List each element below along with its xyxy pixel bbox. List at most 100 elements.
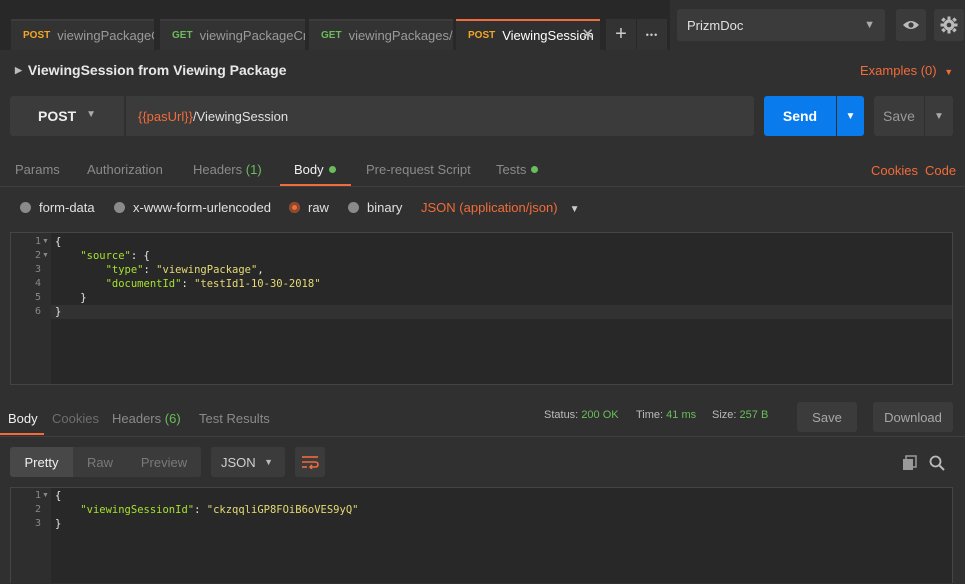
send-options-button[interactable]: ▼: [837, 96, 864, 136]
status-value[interactable]: 200 OK: [581, 409, 618, 421]
close-icon[interactable]: ✕: [581, 25, 594, 43]
save-response-button[interactable]: Save: [797, 402, 857, 432]
response-tab-cookies[interactable]: Cookies: [52, 411, 99, 426]
radio-circle-selected: [289, 202, 300, 213]
more-tabs-button[interactable]: •••: [637, 19, 667, 50]
tab-params[interactable]: Params: [15, 162, 60, 177]
examples-label: Examples (0): [860, 63, 937, 78]
response-tab-body[interactable]: Body: [8, 411, 38, 426]
response-tab-test-results[interactable]: Test Results: [199, 411, 270, 426]
wrap-icon: [302, 456, 319, 469]
request-body-editor[interactable]: 1 2 3 4 5 6 ▼ ▼ { "source": { "type": "v…: [10, 232, 953, 385]
code-line: {: [55, 490, 62, 502]
tab-headers-label: Headers: [112, 411, 162, 426]
request-tab[interactable]: POST viewingPackageCrea: [11, 19, 154, 50]
time-label: Time:: [636, 409, 664, 421]
manage-environments-button[interactable]: [934, 9, 964, 41]
tab-method: GET: [172, 30, 193, 41]
response-time: Time: 41 ms: [636, 409, 696, 421]
line-numbers: 1 2 3 4 5 6: [11, 235, 41, 319]
code-link[interactable]: Code: [925, 163, 956, 178]
request-title[interactable]: ▶ ViewingSession from Viewing Package: [15, 62, 287, 78]
request-tab[interactable]: GET viewingPackageCreate: [160, 19, 305, 50]
code-lines: { "source": { "type": "viewingPackage", …: [55, 235, 321, 319]
response-body-viewer[interactable]: 1 2 3 ▼ { "viewingSessionId": "ckzqqliGP…: [10, 487, 953, 584]
copy-response-button[interactable]: [902, 455, 918, 474]
search-response-button[interactable]: [929, 455, 945, 474]
radio-raw[interactable]: raw: [289, 200, 329, 215]
format-raw[interactable]: Raw: [73, 447, 127, 477]
time-value[interactable]: 41 ms: [666, 409, 696, 421]
line-number: 3: [34, 518, 41, 529]
content-type-select[interactable]: JSON (application/json) ▼: [421, 200, 579, 215]
radio-binary[interactable]: binary: [348, 200, 402, 215]
status-label: Status:: [544, 409, 579, 421]
chevron-down-icon: ▼: [934, 110, 944, 122]
size-value[interactable]: 257 B: [740, 409, 769, 421]
eye-icon: [903, 21, 919, 29]
radio-circle: [114, 202, 125, 213]
radio-form-data[interactable]: form-data: [20, 200, 95, 215]
url-variable: {{pasUrl}}: [138, 108, 193, 124]
method-select[interactable]: POST ▼: [10, 96, 124, 136]
chevron-down-icon: ▼: [86, 109, 96, 120]
line-number: 4: [34, 278, 41, 289]
fold-icon[interactable]: ▼: [42, 249, 49, 263]
content-type-label: JSON (application/json): [421, 200, 558, 215]
code-line: "documentId": "testId1-10-30-2018": [105, 278, 321, 290]
fold-icon[interactable]: ▼: [42, 235, 49, 249]
save-options-button[interactable]: ▼: [925, 96, 953, 136]
request-tab-active[interactable]: POST ViewingSession ✕: [456, 19, 600, 50]
request-tab[interactable]: GET viewingPackages/{do: [309, 19, 453, 50]
headers-count: (6): [164, 411, 181, 426]
tab-prerequest-script[interactable]: Pre-request Script: [366, 162, 471, 177]
environment-select[interactable]: PrizmDoc ▼: [677, 9, 885, 41]
save-button[interactable]: Save: [874, 96, 924, 136]
tab-body[interactable]: Body: [294, 162, 336, 177]
url-input[interactable]: {{pasUrl}}/ViewingSession: [126, 96, 754, 136]
method-label: POST: [38, 108, 77, 124]
response-tab-headers[interactable]: Headers (6): [112, 411, 181, 426]
request-name: ViewingSession from Viewing Package: [27, 62, 287, 78]
fold-icon[interactable]: ▼: [42, 489, 49, 503]
code-line: }: [80, 292, 87, 304]
copy-icon: [903, 455, 917, 470]
tab-tests[interactable]: Tests: [496, 162, 539, 177]
environment-quick-look-button[interactable]: [896, 9, 926, 41]
tab-headers-label: Headers: [193, 162, 243, 177]
tab-body-label: Body: [294, 162, 324, 177]
tab-authorization[interactable]: Authorization: [87, 162, 163, 177]
url-path: /ViewingSession: [192, 108, 289, 124]
response-format-select[interactable]: JSON ▼: [211, 447, 285, 477]
wrap-lines-button[interactable]: [295, 447, 325, 477]
format-label: JSON: [221, 454, 256, 470]
environment-name: PrizmDoc: [687, 17, 744, 33]
send-button[interactable]: Send: [764, 96, 836, 136]
caret-right-icon: ▶: [15, 64, 22, 75]
code-line: "type": "viewingPackage",: [105, 264, 264, 276]
tab-title: viewingPackageCrea: [57, 28, 154, 43]
cookies-link[interactable]: Cookies: [871, 163, 918, 178]
tab-headers[interactable]: Headers (1): [193, 162, 262, 177]
format-pretty[interactable]: Pretty: [10, 447, 73, 477]
tab-title: viewingPackageCreate: [199, 28, 305, 43]
examples-dropdown[interactable]: Examples (0) ▼: [860, 63, 953, 78]
line-number: 3: [34, 264, 41, 275]
tab-method: POST: [468, 30, 496, 41]
chevron-down-icon: ▼: [569, 204, 580, 215]
radio-circle: [20, 202, 31, 213]
chevron-down-icon: ▼: [264, 457, 273, 467]
line-number: 2: [34, 504, 41, 515]
new-tab-button[interactable]: +: [606, 19, 636, 50]
tab-method: POST: [23, 30, 51, 41]
code-line: "source": {: [80, 250, 150, 262]
code-lines: { "viewingSessionId": "ckzqqliGP8FOiB6oV…: [55, 489, 358, 531]
radio-label: binary: [367, 200, 403, 215]
format-preview[interactable]: Preview: [127, 447, 201, 477]
code-line: }: [55, 518, 62, 530]
code-line: {: [55, 236, 62, 248]
divider: [0, 186, 965, 187]
download-response-button[interactable]: Download: [873, 402, 953, 432]
radio-urlencoded[interactable]: x-www-form-urlencoded: [114, 200, 271, 215]
radio-label: form-data: [39, 200, 95, 215]
